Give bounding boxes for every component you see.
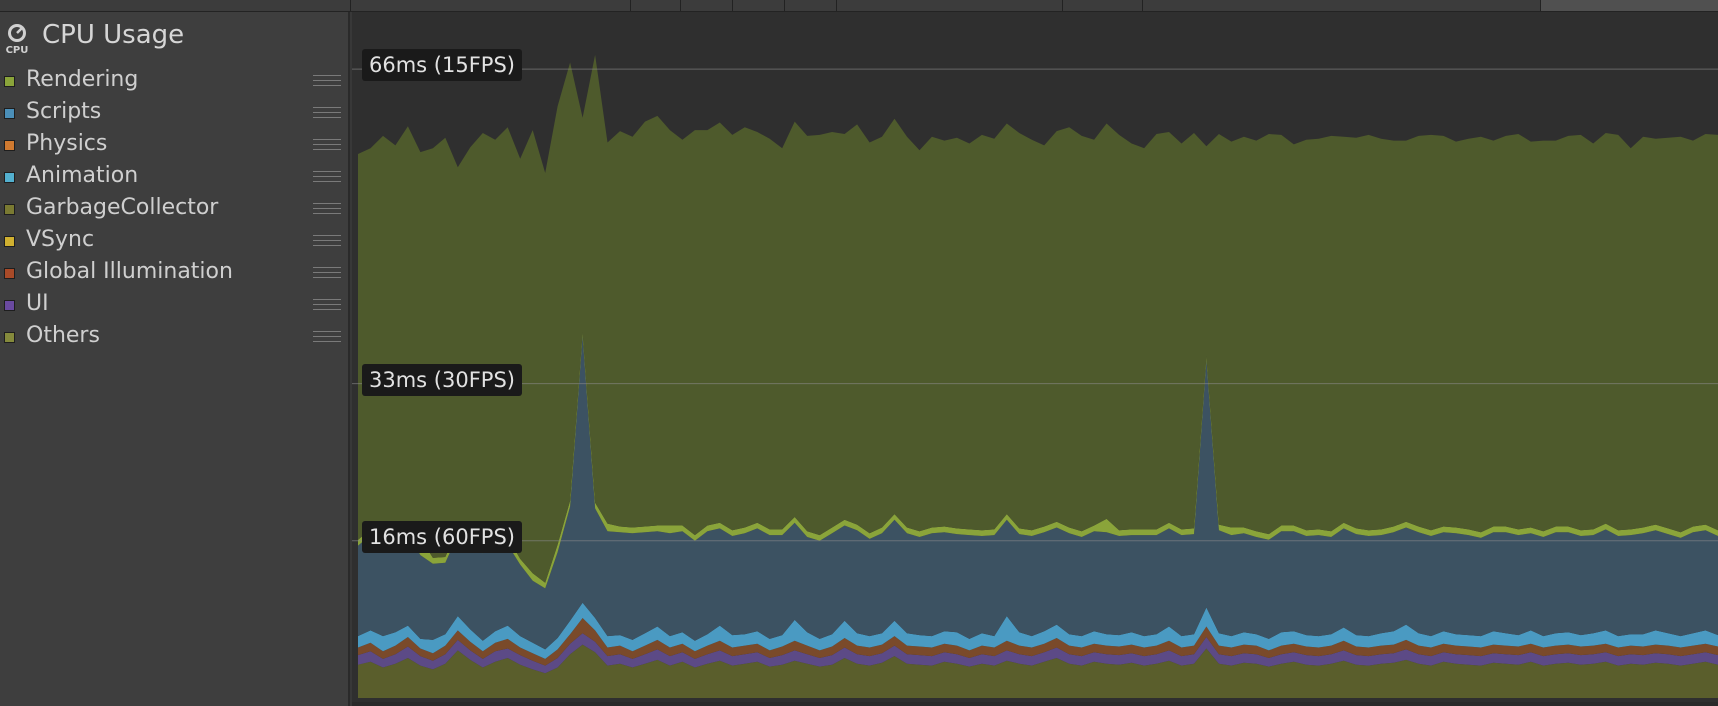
toolbar-separator bbox=[680, 0, 681, 11]
legend-color-swatch[interactable] bbox=[4, 332, 15, 343]
legend-item[interactable]: Scripts bbox=[0, 98, 350, 128]
drag-handle-icon[interactable] bbox=[313, 299, 341, 311]
drag-handle-icon[interactable] bbox=[313, 235, 341, 247]
module-title: CPU Usage bbox=[42, 20, 185, 50]
legend-label: VSync bbox=[26, 227, 95, 252]
toolbar-separator bbox=[350, 0, 351, 11]
legend-label: UI bbox=[26, 291, 49, 316]
legend-label: Global Illumination bbox=[26, 259, 233, 284]
series-area-vsync bbox=[358, 54, 1718, 583]
cpu-gauge-icon: CPU bbox=[3, 22, 31, 56]
legend-item[interactable]: Rendering bbox=[0, 66, 350, 96]
toolbar-separator bbox=[1062, 0, 1063, 11]
legend-color-swatch[interactable] bbox=[4, 76, 15, 87]
toolbar-separator bbox=[836, 0, 837, 11]
legend-color-swatch[interactable] bbox=[4, 140, 15, 151]
legend-color-swatch[interactable] bbox=[4, 236, 15, 247]
legend-color-swatch[interactable] bbox=[4, 268, 15, 279]
y-marker-label: 66ms (15FPS) bbox=[362, 49, 522, 82]
drag-handle-icon[interactable] bbox=[313, 267, 341, 279]
toolbar-separator bbox=[1142, 0, 1143, 11]
legend-item[interactable]: VSync bbox=[0, 226, 350, 256]
toolbar bbox=[0, 0, 1718, 12]
toolbar-separator bbox=[732, 0, 733, 11]
legend-color-swatch[interactable] bbox=[4, 172, 15, 183]
legend-label: Scripts bbox=[26, 99, 102, 124]
toolbar-separator bbox=[784, 0, 785, 11]
cpu-icon-caption: CPU bbox=[6, 45, 29, 54]
drag-handle-icon[interactable] bbox=[313, 331, 341, 343]
legend-label: Others bbox=[26, 323, 100, 348]
drag-handle-icon[interactable] bbox=[313, 107, 341, 119]
legend-item[interactable]: Animation bbox=[0, 162, 350, 192]
legend-item[interactable]: Physics bbox=[0, 130, 350, 160]
legend-color-swatch[interactable] bbox=[4, 204, 15, 215]
legend-label: Animation bbox=[26, 163, 139, 188]
cpu-usage-chart[interactable]: 66ms (15FPS) 33ms (30FPS) 16ms (60FPS) bbox=[352, 12, 1718, 704]
chart-bottom-border bbox=[352, 702, 1718, 706]
legend-item[interactable]: Others bbox=[0, 322, 350, 352]
legend-item[interactable]: Global Illumination bbox=[0, 258, 350, 288]
drag-handle-icon[interactable] bbox=[313, 139, 341, 151]
drag-handle-icon[interactable] bbox=[313, 171, 341, 183]
toolbar-dropdown[interactable] bbox=[1540, 0, 1718, 11]
legend-label: Rendering bbox=[26, 67, 139, 92]
legend-color-swatch[interactable] bbox=[4, 108, 15, 119]
y-marker-label: 33ms (30FPS) bbox=[362, 363, 522, 396]
chart-svg bbox=[352, 54, 1718, 698]
legend-item[interactable]: GarbageCollector bbox=[0, 194, 350, 224]
legend-color-swatch[interactable] bbox=[4, 300, 15, 311]
legend-label: Physics bbox=[26, 131, 108, 156]
drag-handle-icon[interactable] bbox=[313, 75, 341, 87]
legend-label: GarbageCollector bbox=[26, 195, 219, 220]
module-header[interactable]: CPU CPU Usage bbox=[0, 14, 350, 58]
toolbar-separator bbox=[630, 0, 631, 11]
legend-item[interactable]: UI bbox=[0, 290, 350, 320]
drag-handle-icon[interactable] bbox=[313, 203, 341, 215]
y-marker-label: 16ms (60FPS) bbox=[362, 520, 522, 553]
